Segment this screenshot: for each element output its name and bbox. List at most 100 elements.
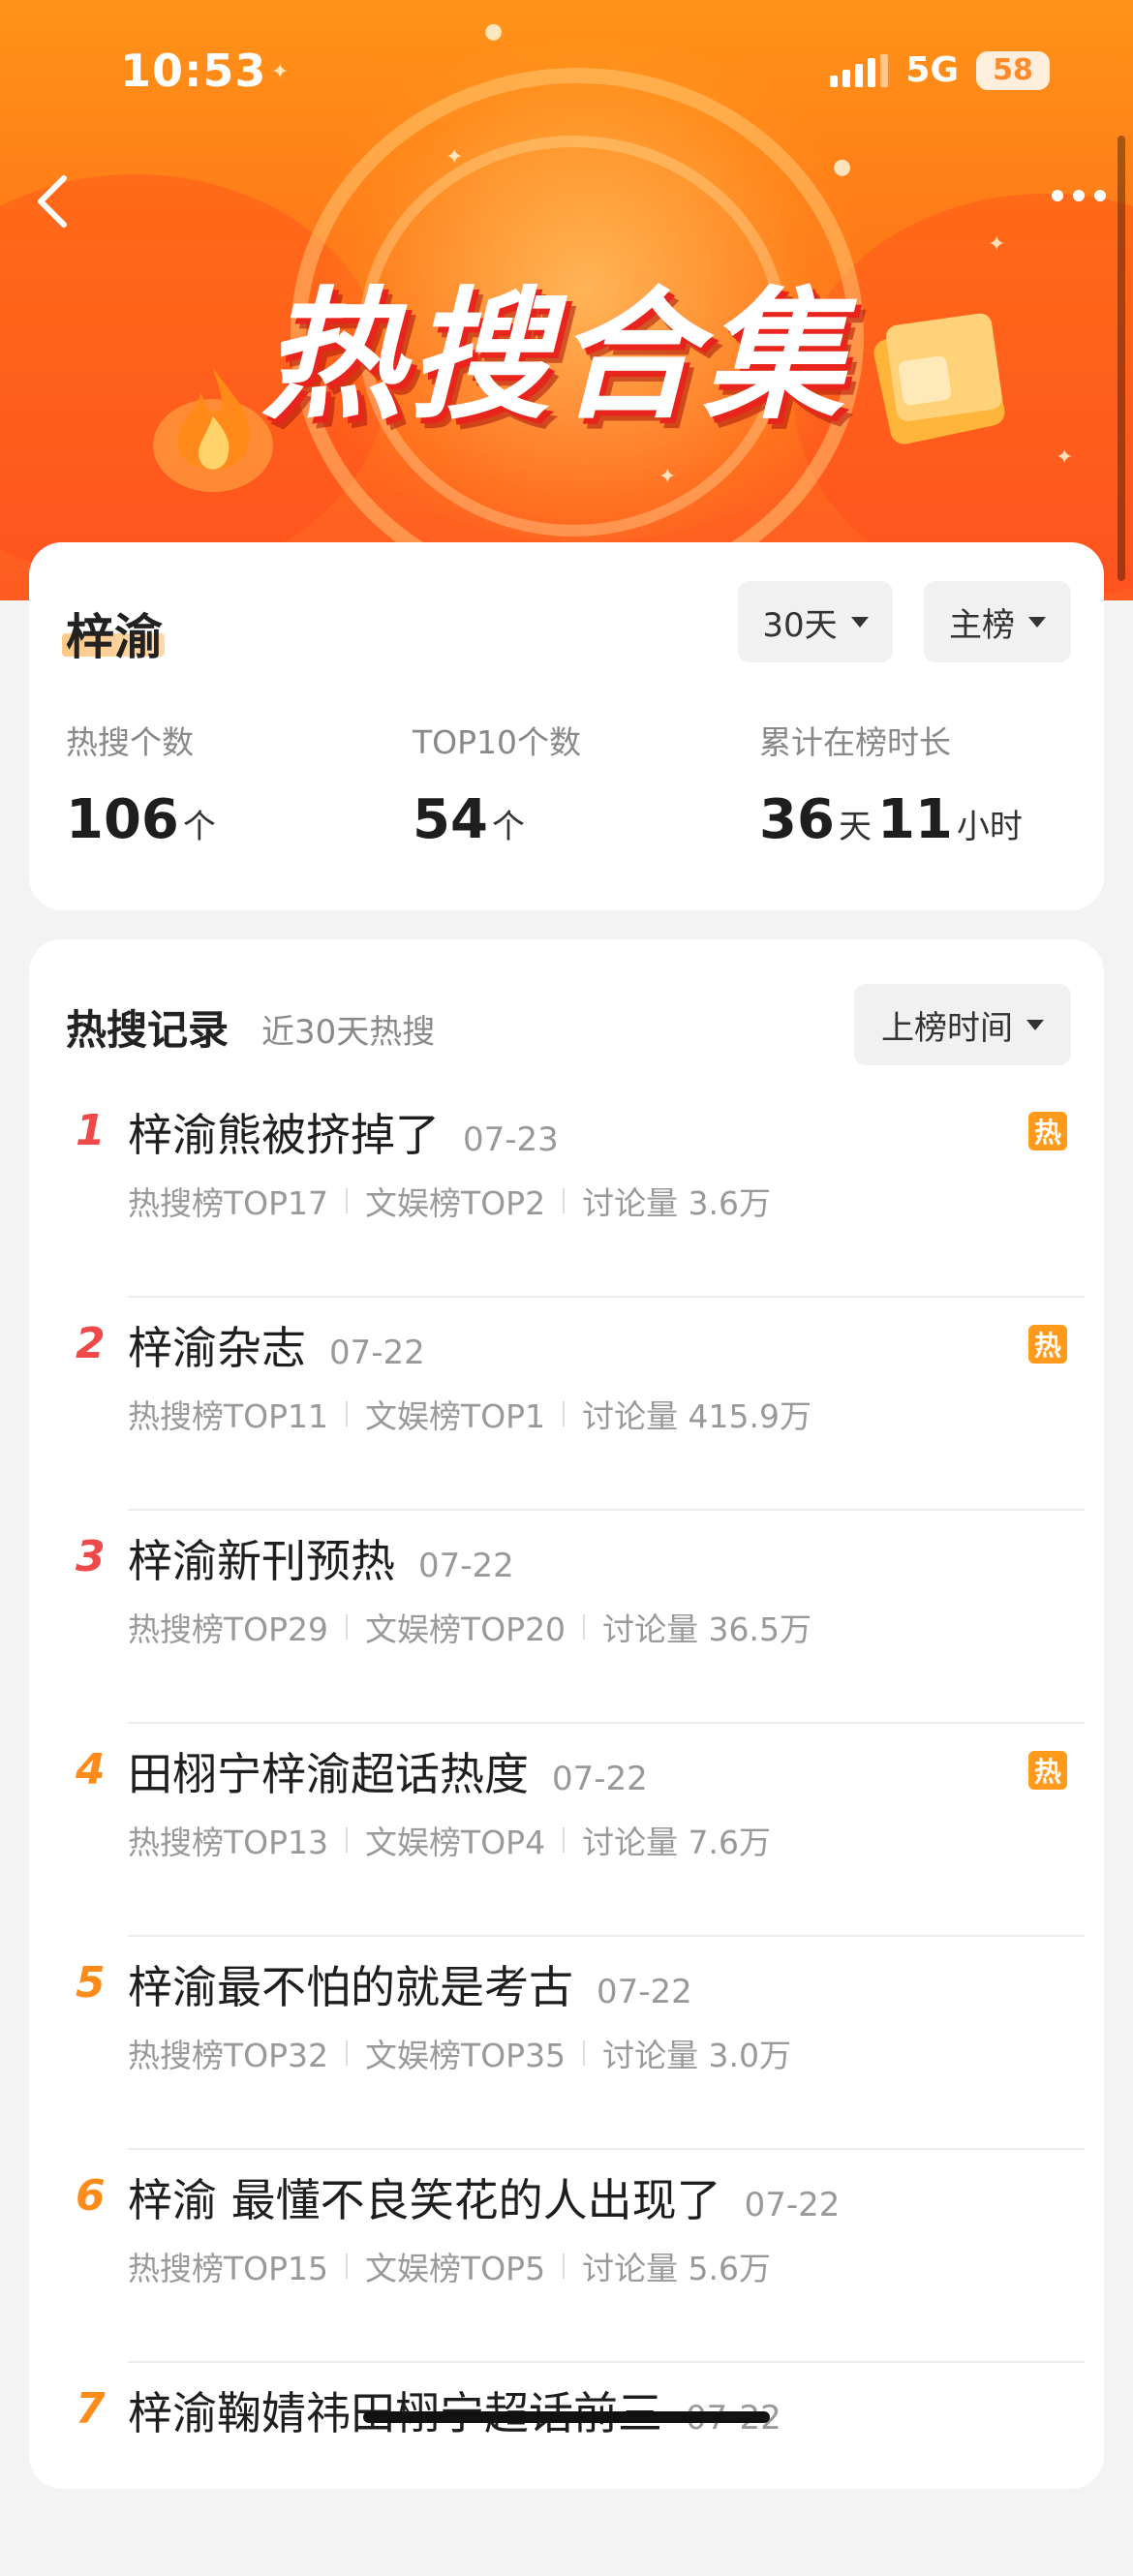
discussion-count: 讨论量 415.9万 — [582, 1397, 812, 1435]
records-subtitle: 近30天热搜 — [261, 1013, 436, 1052]
sparkle-icon: ✦ — [658, 465, 677, 489]
rank-number: 2 — [76, 1319, 106, 1368]
stat-hours-unit: 小时 — [956, 808, 1023, 846]
summary-card: 梓渝 30天 主榜 热搜个数 106 个 TOP10个数 54 个 累计在榜时长 3… — [29, 542, 1104, 910]
ent-board-rank: 文娱榜TOP20 — [365, 1610, 566, 1648]
board-filter-dropdown[interactable]: 主榜 — [924, 581, 1071, 662]
meta-separator — [583, 2040, 586, 2066]
meta-separator — [346, 1188, 349, 1213]
hot-board-rank: 热搜榜TOP29 — [128, 1610, 329, 1648]
list-item[interactable]: 7 梓渝鞠婧祎田栩宁超话前三07-22 — [29, 2363, 1104, 2576]
banner-title: 热搜合集 — [261, 274, 850, 439]
discussion-count: 讨论量 5.6万 — [582, 2250, 772, 2287]
caret-down-icon — [1026, 1019, 1044, 1030]
meta-separator — [563, 1401, 566, 1426]
celebrity-name-wrap: 梓渝 — [62, 598, 165, 668]
item-title: 梓渝杂志 — [128, 1322, 306, 1374]
cellular-signal-icon — [830, 53, 889, 87]
ent-board-rank: 文娱榜TOP4 — [365, 1824, 546, 1861]
stat-days-unit: 天 — [838, 808, 872, 846]
item-date: 07-22 — [597, 1973, 692, 2011]
stat-unit: 个 — [182, 808, 216, 846]
network-type: 5G — [905, 50, 959, 90]
meta-separator — [563, 2254, 566, 2279]
sparkle-icon: ✦ — [1056, 445, 1074, 470]
battery-level: 58 — [993, 53, 1033, 87]
caret-down-icon — [1028, 616, 1046, 628]
sort-label: 上榜时间 — [881, 1008, 1013, 1048]
hot-board-rank: 热搜榜TOP32 — [128, 2037, 329, 2074]
more-button[interactable] — [1052, 190, 1106, 201]
chevron-left-icon — [38, 175, 67, 228]
item-title-row: 梓渝 最懂不良笑花的人出现了 07-22 — [128, 2165, 840, 2229]
meta-separator — [346, 2254, 349, 2279]
list-item[interactable]: 2 梓渝杂志 07-22 热搜榜TOP11 文娱榜TOP1 讨论量 415.9万 热 — [29, 1298, 1104, 1511]
item-meta: 热搜榜TOP11 文娱榜TOP1 讨论量 415.9万 — [128, 1391, 811, 1437]
discussion-count: 讨论量 36.5万 — [602, 1610, 812, 1648]
hot-board-rank: 热搜榜TOP13 — [128, 1824, 329, 1861]
list-item[interactable]: 1 梓渝熊被挤掉了 07-23 热搜榜TOP17 文娱榜TOP2 讨论量 3.6万 热 — [29, 1085, 1104, 1298]
item-date: 07-22 — [418, 1547, 514, 1585]
item-title: 梓渝熊被挤掉了 — [128, 1109, 440, 1161]
hot-badge: 热 — [1028, 1112, 1067, 1150]
flame-icon — [153, 368, 273, 492]
item-title: 梓渝新刊预热 — [128, 1535, 395, 1587]
item-meta: 热搜榜TOP15 文娱榜TOP5 讨论量 5.6万 — [128, 2243, 771, 2289]
stat-hot-count: 热搜个数 106 个 — [66, 717, 222, 851]
meta-separator — [346, 1401, 349, 1426]
ent-board-rank: 文娱榜TOP35 — [365, 2037, 566, 2074]
stat-label: 热搜个数 — [66, 723, 194, 761]
discussion-count: 讨论量 7.6万 — [582, 1824, 772, 1861]
item-date: 07-23 — [463, 1120, 559, 1159]
period-filter-dropdown[interactable]: 30天 — [738, 581, 893, 662]
item-date: 07-22 — [552, 1760, 648, 1798]
rank-number: 6 — [76, 2171, 106, 2221]
scrollbar[interactable] — [1118, 136, 1125, 581]
sparkle-icon: ✦ — [445, 145, 464, 169]
item-meta: 热搜榜TOP13 文娱榜TOP4 讨论量 7.6万 — [128, 1817, 771, 1863]
rank-number: 1 — [76, 1106, 106, 1155]
item-title: 梓渝最不怕的就是考古 — [128, 1961, 573, 2013]
stat-days-value: 36 — [759, 788, 835, 851]
hot-badge: 热 — [1028, 1325, 1067, 1364]
stat-value: 106 — [66, 788, 179, 851]
item-title-row: 梓渝新刊预热 07-22 — [128, 1526, 514, 1590]
board-filter-label: 主榜 — [949, 605, 1015, 645]
home-indicator[interactable] — [363, 2411, 770, 2423]
item-title-row: 梓渝最不怕的就是考古 07-22 — [128, 1952, 692, 2016]
list-item[interactable]: 6 梓渝 最懂不良笑花的人出现了 07-22 热搜榜TOP15 文娱榜TOP5 讨论量 5… — [29, 2150, 1104, 2363]
hot-board-rank: 热搜榜TOP17 — [128, 1184, 329, 1222]
status-time: 10:53 — [120, 45, 267, 97]
meta-separator — [563, 1827, 566, 1853]
stat-unit: 个 — [491, 808, 525, 846]
item-meta: 热搜榜TOP32 文娱榜TOP35 讨论量 3.0万 — [128, 2030, 791, 2076]
caret-down-icon — [850, 616, 869, 628]
list-item[interactable]: 3 梓渝新刊预热 07-22 热搜榜TOP29 文娱榜TOP20 讨论量 36.5万 — [29, 1511, 1104, 1724]
item-meta: 热搜榜TOP17 文娱榜TOP2 讨论量 3.6万 — [128, 1178, 771, 1224]
item-title-row: 梓渝熊被挤掉了 07-23 — [128, 1100, 559, 1164]
discussion-count: 讨论量 3.6万 — [582, 1184, 772, 1222]
list-item[interactable]: 5 梓渝最不怕的就是考古 07-22 热搜榜TOP32 文娱榜TOP35 讨论量 3.0万 — [29, 1937, 1104, 2150]
meta-separator — [346, 2040, 349, 2066]
item-title: 梓渝 最懂不良笑花的人出现了 — [128, 2174, 721, 2226]
celebrity-name: 梓渝 — [66, 609, 163, 665]
stat-top10-count: TOP10个数 54 个 — [413, 717, 581, 851]
sparkle-icon: ● — [833, 155, 852, 179]
meta-separator — [583, 1614, 586, 1640]
more-dots-icon — [1052, 190, 1063, 201]
item-title-row: 梓渝鞠婧祎田栩宁超话前三07-22 — [128, 2378, 781, 2442]
status-indicators: 5G 58 — [830, 50, 1050, 90]
back-button[interactable] — [29, 172, 77, 230]
ent-board-rank: 文娱榜TOP1 — [365, 1397, 546, 1435]
list-item[interactable]: 4 田栩宁梓渝超话热度 07-22 热搜榜TOP13 文娱榜TOP4 讨论量 7.6万 热 — [29, 1724, 1104, 1937]
stat-value: 54 — [413, 788, 488, 851]
sparkle-icon: ✦ — [988, 232, 1006, 257]
hot-board-rank: 热搜榜TOP11 — [128, 1397, 329, 1435]
sort-dropdown[interactable]: 上榜时间 — [854, 984, 1071, 1065]
hot-badge: 热 — [1028, 1751, 1067, 1790]
stat-hours-value: 11 — [876, 788, 953, 851]
period-filter-label: 30天 — [762, 605, 838, 645]
records-card: 热搜记录 近30天热搜 上榜时间 1 梓渝熊被挤掉了 07-23 热搜榜TOP17 文娱… — [29, 939, 1104, 2489]
stat-label: TOP10个数 — [413, 723, 582, 761]
meta-separator — [563, 1188, 566, 1213]
